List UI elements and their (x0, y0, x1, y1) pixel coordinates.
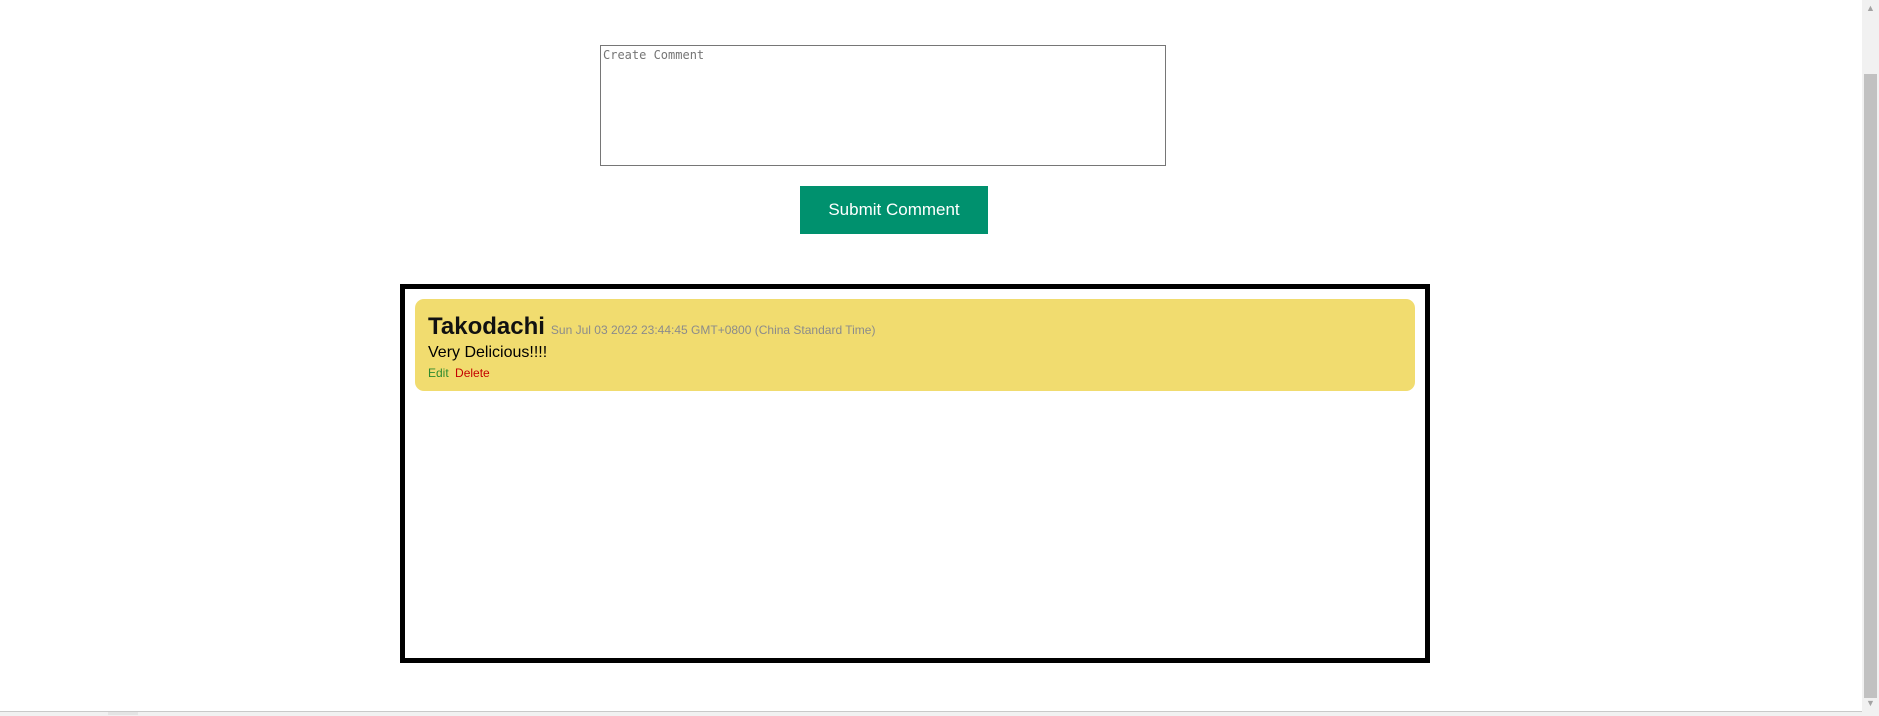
submit-comment-button[interactable]: Submit Comment (800, 186, 988, 234)
delete-comment-link[interactable]: Delete (455, 366, 490, 380)
comment-author: Takodachi (428, 313, 545, 340)
vertical-scrollbar[interactable]: ▲ ▼ (1862, 0, 1879, 716)
comment-header: Takodachi Sun Jul 03 2022 23:44:45 GMT+0… (428, 313, 1402, 341)
arrow-down-icon[interactable]: ▼ (1862, 695, 1879, 712)
edit-comment-link[interactable]: Edit (428, 366, 449, 380)
comment-input[interactable] (600, 45, 1166, 166)
comment-card: Takodachi Sun Jul 03 2022 23:44:45 GMT+0… (415, 299, 1415, 391)
page: Submit Comment Takodachi Sun Jul 03 2022… (0, 0, 1879, 716)
comment-actions: Edit Delete (428, 366, 1402, 380)
horizontal-scrollbar-thumb[interactable] (108, 712, 138, 715)
comment-date: Sun Jul 03 2022 23:44:45 GMT+0800 (China… (550, 323, 876, 337)
comments-list: Takodachi Sun Jul 03 2022 23:44:45 GMT+0… (400, 284, 1430, 663)
comment-text: Very Delicious!!!! (428, 344, 548, 361)
arrow-up-icon[interactable]: ▲ (1862, 0, 1879, 17)
scrollbar-thumb[interactable] (1864, 74, 1877, 698)
horizontal-scrollbar[interactable] (0, 711, 1862, 716)
